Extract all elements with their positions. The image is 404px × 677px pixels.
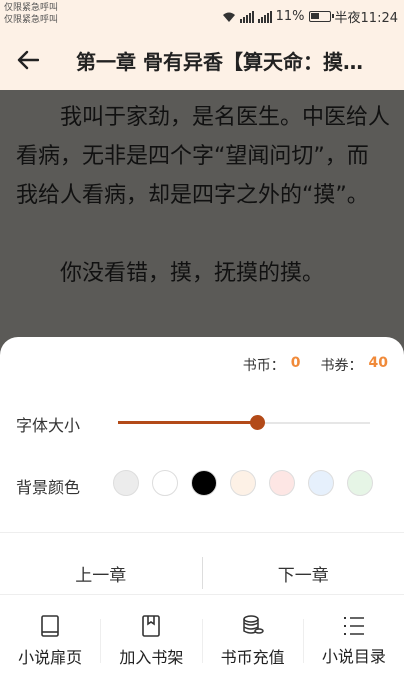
- chapter-nav: 上一章 下一章: [0, 547, 404, 599]
- signal-icon-2: [257, 10, 272, 23]
- tab-label: 小说扉页: [18, 648, 83, 667]
- wifi-icon: [222, 12, 235, 22]
- tab-novel-toc[interactable]: 小说目录: [304, 605, 404, 677]
- account-balance: 书币： 0 书券： 40: [243, 355, 388, 375]
- content-paragraph: 我叫于家劲，是名医生。中医给人看病，无非是四个字“望闻问切”，而我给人看病，却是…: [16, 105, 391, 208]
- bg-swatch-white[interactable]: [152, 470, 178, 496]
- content-paragraph: 你没看错，摸，抚摸的摸。: [60, 261, 325, 286]
- tab-label: 书币充值: [220, 648, 285, 667]
- font-size-slider-thumb[interactable]: [249, 415, 265, 430]
- status-bar: 仅限紧急呼叫 仅限紧急呼叫 11% 半夜11:24: [0, 0, 404, 30]
- font-size-slider[interactable]: [118, 415, 370, 430]
- voucher-label: 书券：: [320, 358, 363, 374]
- carrier-line-2: 仅限紧急呼叫: [4, 15, 59, 25]
- prev-chapter-button[interactable]: 上一章: [0, 547, 202, 599]
- status-indicators: 11% 半夜11:24: [222, 7, 398, 26]
- bg-swatch-grey[interactable]: [113, 470, 139, 496]
- tab-label: 加入书架: [119, 648, 184, 667]
- tab-coin-recharge[interactable]: 书币充值: [203, 605, 303, 677]
- bg-swatch-black[interactable]: [191, 470, 217, 496]
- chapter-title: 第一章 骨有异香【算天命：摸骨】: [76, 49, 376, 74]
- tab-novel-cover[interactable]: 小说扉页: [0, 605, 100, 677]
- carrier-line-1: 仅限紧急呼叫: [4, 3, 59, 13]
- battery-percent: 11%: [275, 9, 305, 24]
- bg-swatch-cream[interactable]: [230, 470, 256, 496]
- book-icon: [41, 615, 59, 637]
- coin-label: 书币：: [242, 358, 285, 374]
- bg-swatch-green[interactable]: [347, 470, 373, 496]
- bg-color-label: 背景颜色: [16, 478, 81, 497]
- arrow-left-icon: [17, 50, 39, 70]
- list-icon: [343, 617, 364, 635]
- carrier-text: 仅限紧急呼叫 仅限紧急呼叫: [4, 2, 58, 26]
- coins-icon: [242, 615, 264, 634]
- battery-icon: [308, 11, 334, 22]
- voucher-value: 40: [368, 355, 388, 371]
- reader-settings-panel: 书币： 0 书券： 40 字体大小 背景颜色 上一章 下一章 小说扉页 加入书架…: [0, 337, 404, 677]
- bg-swatch-blue[interactable]: [308, 470, 334, 496]
- bg-swatch-pink[interactable]: [269, 470, 295, 496]
- font-size-label: 字体大小: [16, 416, 81, 435]
- bg-color-swatches: [113, 470, 373, 496]
- tab-label: 小说目录: [321, 647, 386, 666]
- next-chapter-button[interactable]: 下一章: [203, 547, 404, 599]
- divider: [0, 532, 404, 533]
- reader-header: 第一章 骨有异香【算天命：摸骨】: [0, 30, 404, 90]
- font-size-slider-fill: [118, 421, 257, 424]
- bottom-tabbar: 小说扉页 加入书架 书币充值 小说目录: [0, 605, 404, 677]
- clock: 半夜11:24: [334, 11, 398, 26]
- back-button[interactable]: [0, 30, 56, 90]
- divider: [0, 594, 404, 595]
- bookmark-icon: [142, 615, 161, 637]
- tab-add-bookshelf[interactable]: 加入书架: [101, 605, 201, 677]
- signal-icon: [239, 10, 254, 23]
- reading-content[interactable]: 我叫于家劲，是名医生。中医给人看病，无非是四个字“望闻问切”，而我给人看病，却是…: [0, 90, 404, 350]
- coin-value: 0: [290, 355, 301, 371]
